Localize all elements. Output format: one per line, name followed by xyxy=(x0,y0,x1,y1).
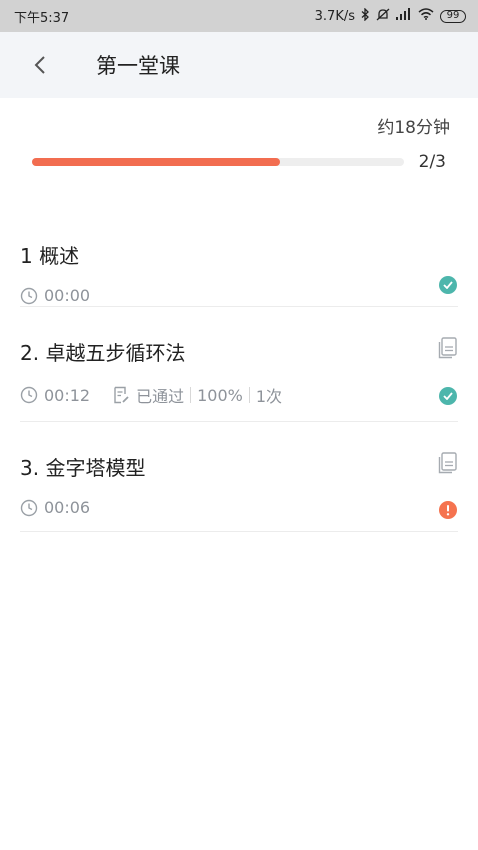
divider xyxy=(248,387,250,403)
status-indicators: 3.7K/s 99 xyxy=(314,6,466,25)
lesson-title: 1 概述 xyxy=(20,244,80,268)
network-speed: 3.7K/s xyxy=(314,8,355,24)
back-button[interactable] xyxy=(0,32,80,98)
quiz-icon xyxy=(112,386,130,404)
page-title: 第一堂课 xyxy=(96,54,180,78)
estimated-duration: 约18分钟 xyxy=(377,118,450,138)
lesson-item[interactable]: 1 概述 00:00 xyxy=(20,228,458,307)
status-time: 下午5:37 xyxy=(14,10,70,26)
clock-icon xyxy=(20,287,38,305)
document-icon[interactable] xyxy=(438,452,458,478)
chevron-left-icon xyxy=(34,56,45,74)
lesson-time: 00:00 xyxy=(44,286,91,305)
progress-count: 2/3 xyxy=(418,152,446,172)
bluetooth-icon xyxy=(361,6,370,25)
lesson-title: 2. 卓越五步循环法 xyxy=(20,341,186,365)
progress-bar-fill xyxy=(32,158,281,166)
wifi-icon xyxy=(418,8,434,24)
lesson-time: 00:12 xyxy=(44,385,91,405)
lesson-item[interactable]: 3. 金字塔模型 00:06 xyxy=(20,422,458,532)
clock-icon xyxy=(20,499,38,517)
signal-icon xyxy=(396,8,412,24)
clock-icon xyxy=(20,386,38,404)
lesson-item[interactable]: 2. 卓越五步循环法 00:12 已通过 100% 1次 xyxy=(20,307,458,422)
quiz-score: 100% xyxy=(197,385,243,405)
quiz-attempts: 1次 xyxy=(255,387,283,406)
lesson-meta: 00:12 已通过 100% 1次 xyxy=(20,383,458,417)
warning-icon xyxy=(439,501,457,519)
completed-check-icon xyxy=(439,387,457,405)
completed-check-icon xyxy=(439,276,457,294)
lesson-list: 1 概述 00:00 2. 卓越五步循环法 00:12 已通过 100% 1次 … xyxy=(0,228,478,532)
quiz-status: 已通过 xyxy=(136,387,185,406)
lesson-title: 3. 金字塔模型 xyxy=(20,456,146,480)
document-icon[interactable] xyxy=(438,337,458,363)
course-progress: 2/3 xyxy=(0,138,478,172)
lesson-meta: 00:06 xyxy=(20,498,458,527)
mute-alarm-icon xyxy=(376,8,390,25)
divider xyxy=(190,387,192,403)
progress-bar xyxy=(32,158,404,166)
header: 第一堂课 xyxy=(0,32,478,98)
battery-icon: 99 xyxy=(440,9,466,23)
status-bar: 下午5:37 3.7K/s 99 xyxy=(0,0,478,32)
lesson-time: 00:06 xyxy=(44,498,91,517)
